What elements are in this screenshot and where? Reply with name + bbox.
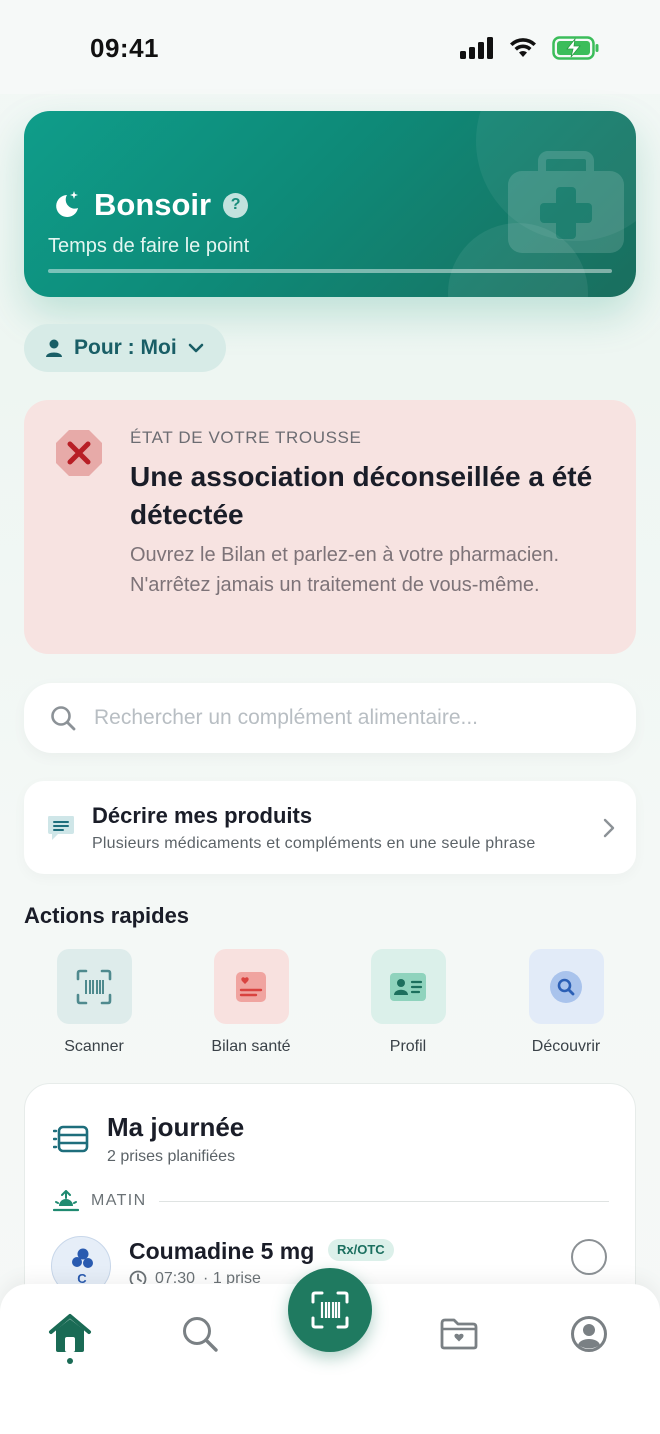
quick-action-label: Profil (389, 1038, 427, 1055)
barcode-scan-icon (311, 1291, 349, 1329)
search-bar[interactable] (24, 683, 636, 753)
first-aid-kit-icon (508, 151, 624, 253)
alert-kicker: ÉTAT DE VOTRE TROUSSE (130, 428, 362, 447)
person-icon (46, 339, 62, 357)
quick-action-discover[interactable]: Découvrir (506, 949, 626, 1056)
bottom-tab-bar (0, 1268, 660, 1434)
quick-action-label: Découvrir (531, 1038, 601, 1055)
health-folder-icon (440, 1318, 478, 1350)
my-day-subtitle: 2 prises planifiées (107, 1148, 236, 1165)
alert-body: Ouvrez le Bilan et parlez-en à votre pha… (130, 544, 560, 596)
tab-health-folder[interactable] (429, 1304, 489, 1364)
pills-icon (72, 1248, 93, 1268)
describe-products-subtitle: Plusieurs médicaments et compléments en … (92, 835, 536, 852)
quick-action-health-report[interactable]: Bilan santé (191, 949, 311, 1056)
chevron-down-icon (188, 343, 203, 353)
error-octagon-icon (56, 430, 102, 476)
profile-selector[interactable]: Pour : Moi (24, 324, 226, 372)
greeting-progress-bar (48, 269, 612, 273)
quick-action-tile (528, 949, 604, 1024)
medication-name: Coumadine 5 mg (129, 1238, 315, 1264)
medication-type-badge: Rx/OTC (328, 1239, 394, 1261)
tab-search[interactable] (170, 1304, 230, 1364)
profile-selector-label: Pour : Moi (74, 336, 177, 359)
barcode-scan-icon (76, 969, 112, 1004)
battery-charging-icon (552, 36, 599, 60)
sunrise-icon (53, 1190, 79, 1212)
home-icon (49, 1314, 91, 1352)
status-time: 09:41 (90, 33, 159, 63)
profile-card-icon (390, 972, 426, 1001)
schedule-list-icon (53, 1125, 89, 1153)
scan-fab-button[interactable] (288, 1268, 372, 1352)
greeting-card: Bonsoir ? Temps de faire le point (24, 111, 636, 297)
status-icons (460, 36, 600, 60)
search-icon (183, 1317, 218, 1352)
search-icon (51, 706, 76, 731)
period-header: MATIN (53, 1190, 609, 1212)
describe-products-title: Décrire mes produits (92, 803, 313, 828)
quick-actions-title: Actions rapides (24, 903, 190, 928)
status-bar: 09:41 (0, 0, 660, 94)
greeting-title: Bonsoir (94, 187, 212, 222)
divider (158, 1200, 609, 1202)
alert-title: Une association déconseillée a été détec… (130, 461, 593, 530)
greeting-title-row: Bonsoir ? (50, 187, 249, 223)
moon-stars-icon (56, 191, 78, 217)
health-report-icon (236, 971, 266, 1002)
quick-action-label: Scanner (64, 1038, 124, 1055)
quick-action-scanner[interactable]: Scanner (34, 949, 154, 1056)
tab-account[interactable] (559, 1304, 619, 1364)
help-icon[interactable]: ? (223, 192, 249, 218)
discover-search-icon (550, 970, 582, 1003)
chat-message-icon (48, 816, 74, 840)
quick-action-profile[interactable]: Profil (348, 949, 468, 1056)
quick-action-tile (213, 949, 289, 1024)
quick-action-tile (56, 949, 132, 1024)
medication-taken-checkbox[interactable] (571, 1239, 607, 1275)
quick-action-tile (370, 949, 446, 1024)
my-day-title: Ma journée (107, 1112, 245, 1142)
describe-products-button[interactable]: Décrire mes produits Plusieurs médicamen… (24, 781, 636, 874)
chevron-right-icon (603, 818, 615, 838)
signal-icon (460, 37, 493, 59)
quick-action-label: Bilan santé (211, 1038, 291, 1055)
account-icon (571, 1316, 607, 1352)
search-input[interactable] (94, 697, 614, 739)
active-tab-indicator (67, 1358, 73, 1364)
greeting-subtitle: Temps de faire le point (48, 235, 250, 257)
kit-status-alert[interactable]: ÉTAT DE VOTRE TROUSSE Une association dé… (24, 400, 636, 654)
tab-home[interactable] (40, 1304, 100, 1364)
wifi-icon (510, 38, 536, 57)
period-label: MATIN (91, 1192, 147, 1209)
